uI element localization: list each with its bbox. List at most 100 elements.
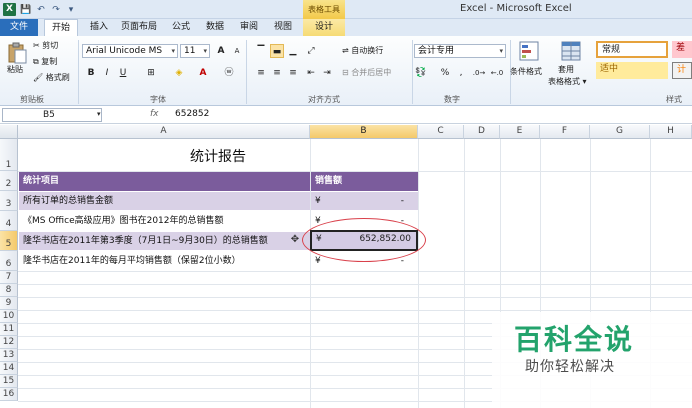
insert-function-button[interactable]: fx xyxy=(150,109,159,119)
row-header-7[interactable]: 7 xyxy=(0,271,18,284)
row-header-10[interactable]: 10 xyxy=(0,310,18,323)
cell-a3[interactable]: 所有订单的总销售金额 xyxy=(19,192,310,210)
style-neutral[interactable]: 适中 xyxy=(596,62,668,79)
font-name-combo[interactable]: Arial Unicode MS ▾ xyxy=(82,44,178,58)
align-left-icon[interactable]: ≡ xyxy=(254,66,268,80)
column-header-h[interactable]: H xyxy=(650,125,692,139)
paste-icon[interactable] xyxy=(6,42,28,64)
select-all-corner[interactable] xyxy=(0,125,18,139)
tab-view[interactable]: 视图 xyxy=(268,19,298,36)
table-format-line2[interactable]: 表格格式 ▾ xyxy=(548,76,587,88)
column-header-d[interactable]: D xyxy=(464,125,500,139)
italic-button[interactable]: I xyxy=(100,66,114,80)
comma-button[interactable]: , xyxy=(454,66,468,80)
tab-design[interactable]: 设计 xyxy=(303,19,345,36)
row-header-13[interactable]: 13 xyxy=(0,349,18,362)
title-bar: X 💾 ↶ ↷ ▾ 表格工具 Excel - Microsoft Excel xyxy=(0,0,692,19)
style-bad[interactable]: 差 xyxy=(672,41,692,58)
cell-b2[interactable]: 销售额 xyxy=(311,172,418,191)
save-icon[interactable]: 💾 xyxy=(20,4,32,16)
tab-file[interactable]: 文件 xyxy=(0,19,38,36)
cut-button[interactable]: ✂ 剪切 xyxy=(33,40,58,52)
increase-indent-icon[interactable]: ⇥ xyxy=(320,66,334,80)
style-calculation[interactable]: 计 xyxy=(672,62,692,79)
decrease-decimal-icon[interactable]: ←.0 xyxy=(490,66,504,80)
cell-a5[interactable]: 隆华书店在2011年第3季度（7月1日~9月30日）的总销售额 xyxy=(19,232,310,250)
phonetic-icon[interactable]: ⓦ xyxy=(222,66,236,80)
style-normal[interactable]: 常规 xyxy=(596,41,668,58)
tab-review[interactable]: 审阅 xyxy=(234,19,264,36)
watermark-title: 百科全说 xyxy=(514,323,635,356)
grow-font-button[interactable]: A xyxy=(214,44,228,58)
chevron-down-icon: ▾ xyxy=(171,47,175,55)
align-middle-icon[interactable]: ▬ xyxy=(270,44,284,58)
row-header-8[interactable]: 8 xyxy=(0,284,18,297)
formula-input[interactable]: 652852 xyxy=(175,109,209,119)
percent-button[interactable]: % xyxy=(438,66,452,80)
merge-icon: ⊟ xyxy=(342,68,349,77)
cell-a4[interactable]: 《MS Office高级应用》图书在2012年的总销售额 xyxy=(19,212,310,230)
row-header-1[interactable]: 1 xyxy=(0,139,18,171)
row-header-12[interactable]: 12 xyxy=(0,336,18,349)
excel-app-icon[interactable]: X xyxy=(3,3,16,16)
table-format-icon[interactable] xyxy=(560,40,582,62)
bold-button[interactable]: B xyxy=(84,66,98,80)
row-header-15[interactable]: 15 xyxy=(0,375,18,388)
tab-formulas[interactable]: 公式 xyxy=(166,19,196,36)
tab-page-layout[interactable]: 页面布局 xyxy=(116,19,162,36)
column-header-b[interactable]: B xyxy=(310,125,418,139)
conditional-format-button[interactable]: 条件格式 xyxy=(510,66,542,78)
column-header-g[interactable]: G xyxy=(590,125,650,139)
borders-icon[interactable]: ⊞ xyxy=(144,66,158,80)
cell-a2[interactable]: 统计项目 xyxy=(19,172,310,191)
row-header-2[interactable]: 2 xyxy=(0,171,18,191)
number-format-combo[interactable]: 会计专用 ▾ xyxy=(414,44,506,58)
column-header-e[interactable]: E xyxy=(500,125,540,139)
row-header-11[interactable]: 11 xyxy=(0,323,18,336)
format-painter-button[interactable]: 🖌 格式刷 xyxy=(33,72,70,84)
align-top-icon[interactable]: ▔ xyxy=(254,44,268,58)
column-header-f[interactable]: F xyxy=(540,125,590,139)
wrap-text-button[interactable]: ⇌ 自动换行 xyxy=(342,45,383,57)
row-header-3[interactable]: 3 xyxy=(0,191,18,211)
paste-button[interactable]: 粘贴 xyxy=(7,64,23,76)
column-header-c[interactable]: C xyxy=(418,125,464,139)
row-header-14[interactable]: 14 xyxy=(0,362,18,375)
brush-icon: 🖌 xyxy=(33,73,44,82)
gridline xyxy=(18,297,692,298)
name-box[interactable]: B5 xyxy=(2,108,102,122)
currency-icon[interactable]: 💱 xyxy=(414,66,428,80)
decrease-indent-icon[interactable]: ⇤ xyxy=(304,66,318,80)
redo-icon[interactable]: ↷ xyxy=(50,4,62,16)
cell-a6[interactable]: 隆华书店在2011年的每月平均销售额（保留2位小数） xyxy=(19,252,310,270)
tab-insert[interactable]: 插入 xyxy=(84,19,114,36)
row-header-4[interactable]: 4 xyxy=(0,211,18,231)
row-header-9[interactable]: 9 xyxy=(0,297,18,310)
fill-color-icon[interactable]: ◈ xyxy=(172,66,186,80)
increase-decimal-icon[interactable]: .0→ xyxy=(472,66,486,80)
align-right-icon[interactable]: ≡ xyxy=(286,66,300,80)
conditional-format-icon[interactable] xyxy=(518,40,540,62)
cell-b3[interactable]: ¥ - xyxy=(311,192,418,210)
underline-button[interactable]: U xyxy=(116,66,130,80)
row-header-16[interactable]: 16 xyxy=(0,388,18,401)
undo-icon[interactable]: ↶ xyxy=(35,4,47,16)
copy-button[interactable]: ⧉ 复制 xyxy=(33,56,57,68)
font-size-combo[interactable]: 11 ▾ xyxy=(180,44,210,58)
column-header-a[interactable]: A xyxy=(18,125,310,139)
orientation-icon[interactable]: ⤢ xyxy=(304,44,318,58)
ribbon-separator xyxy=(412,40,413,104)
align-center-icon[interactable]: ≡ xyxy=(270,66,284,80)
tab-data[interactable]: 数据 xyxy=(200,19,230,36)
align-bottom-icon[interactable]: ▁ xyxy=(286,44,300,58)
chevron-down-icon[interactable]: ▾ xyxy=(97,110,101,118)
font-color-icon[interactable]: A xyxy=(196,66,210,80)
customize-qat-icon[interactable]: ▾ xyxy=(65,4,77,16)
merge-center-button[interactable]: ⊟ 合并后居中 xyxy=(342,67,391,79)
table-format-line1[interactable]: 套用 xyxy=(558,64,574,76)
row-header-5[interactable]: 5 xyxy=(0,231,18,251)
report-title-cell[interactable]: 统计报告 xyxy=(18,146,418,166)
tab-home[interactable]: 开始 xyxy=(44,19,78,37)
row-header-6[interactable]: 6 xyxy=(0,251,18,271)
shrink-font-button[interactable]: A xyxy=(230,44,244,58)
